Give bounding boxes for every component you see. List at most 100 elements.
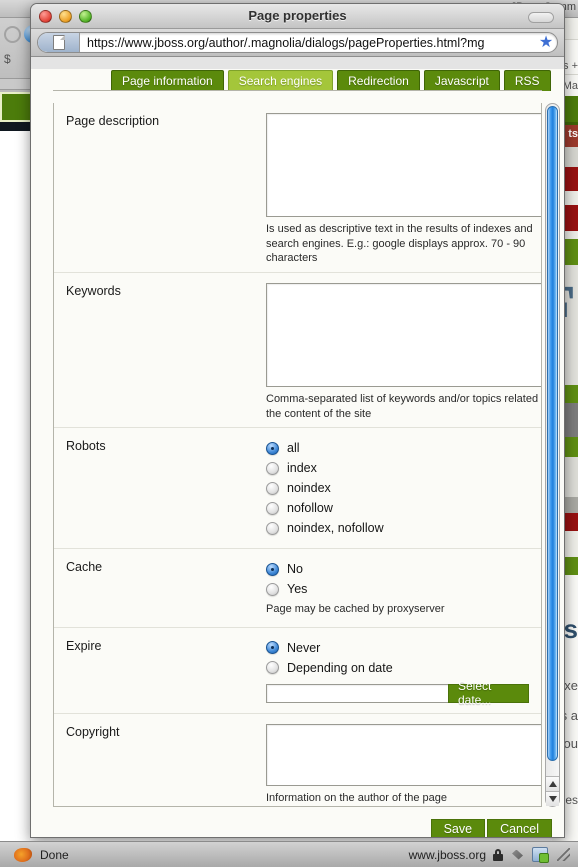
radio-icon[interactable]	[266, 521, 279, 535]
expire-date-input[interactable]	[266, 683, 449, 703]
status-text: Done	[40, 847, 69, 862]
robots-option-index[interactable]: index	[266, 458, 529, 478]
chevron-up-icon	[548, 781, 557, 787]
dialog-scrollbar[interactable]	[545, 103, 560, 807]
radio-label[interactable]: Depending on date	[287, 661, 393, 675]
copyright-hint: Information on the author of the page	[266, 791, 448, 804]
tab-page-information[interactable]: Page information	[111, 70, 224, 91]
status-left: Done	[4, 847, 69, 862]
tab-rss[interactable]: RSS	[503, 70, 551, 91]
tab-javascript[interactable]: Javascript	[423, 70, 500, 91]
radio-label[interactable]: noindex	[287, 481, 331, 495]
window-titlebar[interactable]: Page properties	[31, 4, 564, 29]
robots-option-all[interactable]: all	[266, 438, 529, 458]
url-text[interactable]: https://www.jboss.org/author/.magnolia/d…	[80, 36, 535, 50]
radio-label[interactable]: all	[287, 441, 300, 455]
dialog-footer: Save Cancel	[31, 807, 564, 837]
tab-label: Search engines	[238, 74, 323, 88]
document-icon	[38, 33, 80, 52]
addon-icon[interactable]	[532, 847, 549, 863]
cancel-button[interactable]: Cancel	[487, 818, 552, 837]
scrollbar-thumb[interactable]	[547, 106, 558, 761]
robots-option-nofollow[interactable]: nofollow	[266, 498, 529, 518]
background-dark-strip	[0, 122, 34, 131]
lock-icon[interactable]	[493, 848, 503, 861]
row-expire: Expire Never Depending on date Select da…	[54, 628, 541, 714]
scroll-down-button[interactable]	[546, 791, 559, 806]
copyright-label: Copyright	[66, 724, 120, 739]
keywords-textarea[interactable]	[266, 282, 541, 387]
tab-search-engines[interactable]: Search engines	[227, 70, 334, 91]
save-button[interactable]: Save	[430, 818, 486, 837]
cache-radio-group: No Yes Page may be cached by proxyserver	[266, 559, 541, 617]
cache-hint: Page may be cached by proxyserver	[266, 603, 445, 616]
row-cache: Cache No Yes Page may be cached by proxy…	[54, 549, 541, 628]
page-description-textarea[interactable]	[266, 113, 541, 217]
background-left-bar	[0, 78, 34, 90]
tab-label: RSS	[514, 74, 540, 88]
url-bar: https://www.jboss.org/author/.magnolia/d…	[31, 29, 564, 57]
expire-radio-group: Never Depending on date Select date...	[266, 638, 529, 707]
scrollbar-arrows	[546, 776, 559, 806]
radio-label[interactable]: index	[287, 461, 317, 475]
radio-icon[interactable]	[266, 661, 279, 675]
select-date-button[interactable]: Select date...	[448, 679, 529, 707]
row-copyright: Copyright Information on the author of t…	[54, 714, 541, 806]
window-title: Page properties	[248, 8, 347, 23]
firefox-icon	[14, 847, 32, 862]
radio-icon[interactable]	[266, 501, 279, 515]
plugin-icon[interactable]	[510, 848, 525, 862]
cache-option-yes[interactable]: Yes	[266, 579, 541, 599]
radio-icon[interactable]	[266, 641, 279, 655]
browser-status-bar: Done www.jboss.org	[0, 841, 578, 867]
bookmark-star-icon[interactable]: ★	[535, 34, 557, 51]
tab-redirection[interactable]: Redirection	[337, 70, 420, 91]
radio-icon[interactable]	[266, 582, 279, 596]
radio-icon[interactable]	[266, 461, 279, 475]
radio-icon[interactable]	[266, 441, 279, 455]
radio-label[interactable]: noindex, nofollow	[287, 521, 384, 535]
tab-label: Redirection	[348, 74, 409, 88]
background-dollar-glyph: $	[4, 52, 11, 66]
copyright-textarea[interactable]	[266, 723, 541, 786]
tab-bar: Page information Search engines Redirect…	[31, 69, 564, 91]
expire-label: Expire	[66, 638, 102, 653]
radio-label[interactable]: Never	[287, 641, 320, 655]
robots-option-noindex[interactable]: noindex	[266, 478, 529, 498]
page-description-hint: Is used as descriptive text in the resul…	[266, 223, 533, 265]
row-page-description: Page description Is used as descriptive …	[54, 103, 541, 273]
background-fragment-5: xe	[564, 678, 578, 693]
row-robots: Robots all index noindex nofollow noinde…	[54, 428, 541, 550]
tab-label: Page information	[122, 74, 213, 88]
radio-icon[interactable]	[266, 562, 279, 576]
robots-option-noindex-nofollow[interactable]: noindex, nofollow	[266, 518, 529, 538]
keywords-hint: Comma-separated list of keywords and/or …	[266, 392, 542, 420]
background-fragment-7: ou	[563, 736, 578, 751]
cache-option-no[interactable]: No	[266, 559, 541, 579]
background-fragment-2: Ma	[562, 80, 578, 92]
tab-underline	[53, 90, 542, 91]
radio-label[interactable]: No	[287, 562, 303, 576]
background-green-box	[0, 92, 34, 122]
robots-radio-group: all index noindex nofollow noindex, nofo…	[266, 438, 529, 538]
expire-option-never[interactable]: Never	[266, 638, 529, 658]
tab-label: Javascript	[434, 74, 489, 88]
expire-date-row: Select date...	[266, 679, 529, 707]
radio-label[interactable]: nofollow	[287, 501, 333, 515]
status-host: www.jboss.org	[408, 847, 486, 862]
radio-label[interactable]: Yes	[287, 582, 307, 596]
background-fragment-3: ts	[568, 128, 578, 140]
resize-grip-icon[interactable]	[557, 848, 570, 861]
url-input[interactable]: https://www.jboss.org/author/.magnolia/d…	[37, 32, 558, 53]
page-description-label: Page description	[66, 114, 160, 128]
robots-label: Robots	[66, 439, 106, 454]
radio-icon[interactable]	[266, 481, 279, 495]
form-panel: Page description Is used as descriptive …	[53, 103, 542, 807]
page-properties-window: Page properties https://www.jboss.org/au…	[30, 3, 565, 838]
expire-option-depending-on-date[interactable]: Depending on date	[266, 658, 529, 678]
status-right: www.jboss.org	[408, 847, 574, 863]
chevron-down-icon	[548, 796, 557, 802]
toolbar-toggle-button[interactable]	[528, 12, 554, 23]
cache-label: Cache	[66, 560, 103, 575]
scroll-up-button[interactable]	[546, 776, 559, 791]
